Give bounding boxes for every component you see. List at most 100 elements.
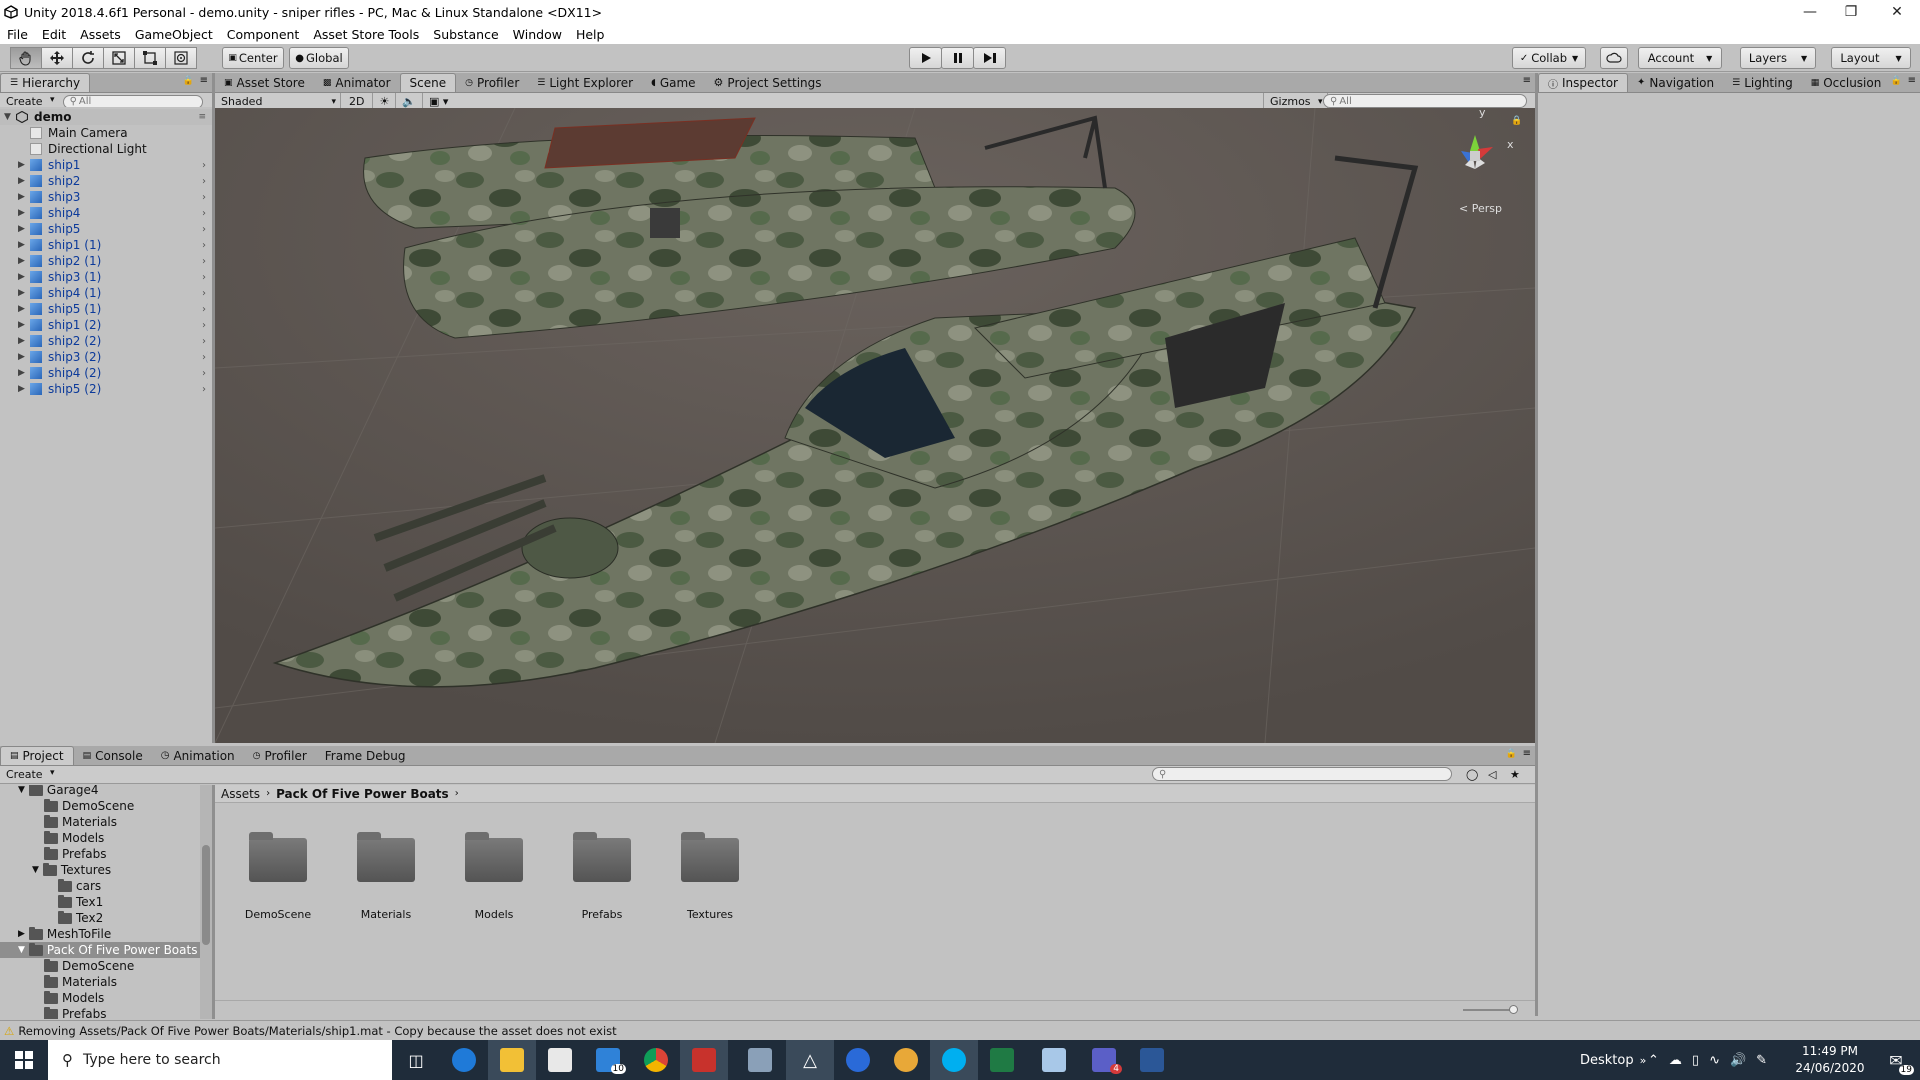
- asset-folder-label[interactable]: Prefabs: [552, 908, 652, 921]
- tab-inspector[interactable]: ⓘ Inspector: [1538, 73, 1628, 92]
- hierarchy-item-directional-light[interactable]: Directional Light: [0, 141, 212, 157]
- folder-icon[interactable]: [357, 832, 415, 882]
- unity-button[interactable]: △: [786, 1040, 834, 1080]
- panel-divider[interactable]: [1535, 73, 1538, 1016]
- menu-gameobject[interactable]: GameObject: [128, 27, 220, 42]
- menu-substance[interactable]: Substance: [426, 27, 505, 42]
- teams-button[interactable]: 4: [1080, 1040, 1128, 1080]
- hierarchy-item-prefab[interactable]: ▶ ship5 (1) ›: [0, 301, 212, 317]
- lock-icon[interactable]: 🔒: [183, 76, 194, 86]
- tree-item-folder[interactable]: Tex2: [58, 910, 103, 926]
- tab-hierarchy[interactable]: ☰ Hierarchy: [0, 73, 91, 92]
- slack-button[interactable]: [882, 1040, 930, 1080]
- tree-item-folder[interactable]: DemoScene: [44, 798, 134, 814]
- chevron-right-icon[interactable]: ›: [202, 352, 206, 363]
- tab-frame-debug[interactable]: Frame Debug: [316, 746, 415, 765]
- wifi-icon[interactable]: ∿: [1709, 1053, 1720, 1068]
- transform-tool-button[interactable]: [165, 47, 197, 69]
- menu-window[interactable]: Window: [506, 27, 569, 42]
- panel-menu-icon[interactable]: ≡: [200, 75, 208, 86]
- tree-item-folder[interactable]: Prefabs: [44, 846, 107, 862]
- pen-icon[interactable]: ✎: [1756, 1053, 1767, 1068]
- desktop-toolbar[interactable]: Desktop»: [1580, 1040, 1646, 1080]
- scene-viewport[interactable]: y x < Persp 🔒: [215, 108, 1535, 743]
- tree-item-folder[interactable]: Materials: [44, 814, 117, 830]
- hierarchy-item-prefab[interactable]: ▶ ship3 ›: [0, 189, 212, 205]
- tab-scene[interactable]: Scene: [399, 73, 457, 92]
- scrollbar-thumb[interactable]: [202, 845, 210, 945]
- tree-item-folder[interactable]: Prefabs: [44, 1006, 107, 1019]
- pivot-global-button[interactable]: ● Global: [289, 47, 349, 69]
- expand-arrow-icon[interactable]: ▶: [18, 192, 25, 202]
- chevron-right-icon[interactable]: ›: [202, 240, 206, 251]
- tab-animator[interactable]: ▩ Animator: [314, 73, 400, 92]
- notes-button[interactable]: [1030, 1040, 1078, 1080]
- panel-divider[interactable]: [212, 73, 215, 743]
- hierarchy-item-prefab[interactable]: ▶ ship2 (1) ›: [0, 253, 212, 269]
- hierarchy-item-prefab[interactable]: ▶ ship2 (2) ›: [0, 333, 212, 349]
- layout-dropdown[interactable]: Layout ▼: [1831, 47, 1911, 69]
- chevron-right-icon[interactable]: ›: [202, 224, 206, 235]
- store-button[interactable]: [536, 1040, 584, 1080]
- chevron-right-icon[interactable]: ›: [202, 192, 206, 203]
- chevron-right-icon[interactable]: ›: [202, 368, 206, 379]
- project-create-dropdown[interactable]: Create: [0, 768, 59, 781]
- chevron-right-icon[interactable]: ›: [202, 320, 206, 331]
- folder-icon[interactable]: [249, 832, 307, 882]
- chevron-right-icon[interactable]: ›: [202, 256, 206, 267]
- favorite-star-icon[interactable]: ★: [1510, 768, 1520, 781]
- tab-console[interactable]: ▤ Console: [74, 746, 152, 765]
- expand-arrow-icon[interactable]: ▶: [18, 320, 25, 330]
- restore-button[interactable]: ❐: [1828, 0, 1874, 24]
- icon-size-slider[interactable]: [1463, 1009, 1513, 1011]
- mail-button[interactable]: 10: [584, 1040, 632, 1080]
- tab-profiler-bottom[interactable]: ◷ Profiler: [244, 746, 316, 765]
- tree-item-folder-selected[interactable]: ▼ Pack Of Five Power Boats: [0, 942, 200, 958]
- cortana-button[interactable]: [834, 1040, 882, 1080]
- panel-menu-icon[interactable]: ≡: [1523, 748, 1531, 759]
- task-view-button[interactable]: ◫: [392, 1040, 440, 1080]
- onedrive-icon[interactable]: ☁: [1669, 1053, 1682, 1068]
- projection-label[interactable]: < Persp: [1459, 202, 1502, 215]
- hand-tool-button[interactable]: [10, 47, 42, 69]
- panel-menu-icon[interactable]: ≡: [1908, 75, 1916, 86]
- edge-button[interactable]: [440, 1040, 488, 1080]
- folder-icon[interactable]: [465, 832, 523, 882]
- expand-arrow-icon[interactable]: ▶: [18, 304, 25, 314]
- chevron-right-icon[interactable]: ›: [202, 160, 206, 171]
- expand-arrow-icon[interactable]: ▶: [18, 176, 25, 186]
- tab-light-explorer[interactable]: ☰ Light Explorer: [528, 73, 642, 92]
- rotate-tool-button[interactable]: [72, 47, 104, 69]
- hierarchy-item-prefab[interactable]: ▶ ship1 (1) ›: [0, 237, 212, 253]
- close-button[interactable]: ✕: [1874, 0, 1920, 24]
- hierarchy-item-prefab[interactable]: ▶ ship4 (1) ›: [0, 285, 212, 301]
- slider-handle[interactable]: [1509, 1005, 1518, 1014]
- lock-icon[interactable]: 🔒: [1891, 76, 1902, 86]
- tab-project-settings[interactable]: ⚙ Project Settings: [705, 73, 831, 92]
- chevron-right-icon[interactable]: ›: [202, 304, 206, 315]
- chevron-right-icon[interactable]: ›: [202, 208, 206, 219]
- chevron-right-icon[interactable]: ›: [202, 288, 206, 299]
- expand-arrow-icon[interactable]: ▼: [18, 945, 25, 955]
- chevron-right-icon[interactable]: ›: [202, 272, 206, 283]
- menu-asset-store-tools[interactable]: Asset Store Tools: [306, 27, 426, 42]
- tree-item-folder[interactable]: Materials: [44, 974, 117, 990]
- expand-arrow-icon[interactable]: ▶: [18, 352, 25, 362]
- scale-tool-button[interactable]: [103, 47, 135, 69]
- expand-arrow-icon[interactable]: ▶: [18, 368, 25, 378]
- hierarchy-item-prefab[interactable]: ▶ ship4 ›: [0, 205, 212, 221]
- lock-icon[interactable]: 🔒: [1506, 749, 1517, 759]
- asset-folder-label[interactable]: Textures: [660, 908, 760, 921]
- hierarchy-item-prefab[interactable]: ▶ ship1 (2) ›: [0, 317, 212, 333]
- hierarchy-item-prefab[interactable]: ▶ ship3 (1) ›: [0, 269, 212, 285]
- expand-arrow-icon[interactable]: ▶: [18, 208, 25, 218]
- tree-item-folder[interactable]: DemoScene: [44, 958, 134, 974]
- pause-button[interactable]: [941, 47, 974, 69]
- clock[interactable]: 11:49 PM 24/06/2020: [1790, 1043, 1870, 1077]
- breadcrumb-assets[interactable]: Assets: [221, 787, 260, 801]
- move-tool-button[interactable]: [41, 47, 73, 69]
- expand-arrow-icon[interactable]: ▶: [18, 224, 25, 234]
- expand-arrow-icon[interactable]: ▶: [18, 336, 25, 346]
- tree-item-folder[interactable]: ▼ Textures: [32, 862, 111, 878]
- asset-folder-label[interactable]: Models: [444, 908, 544, 921]
